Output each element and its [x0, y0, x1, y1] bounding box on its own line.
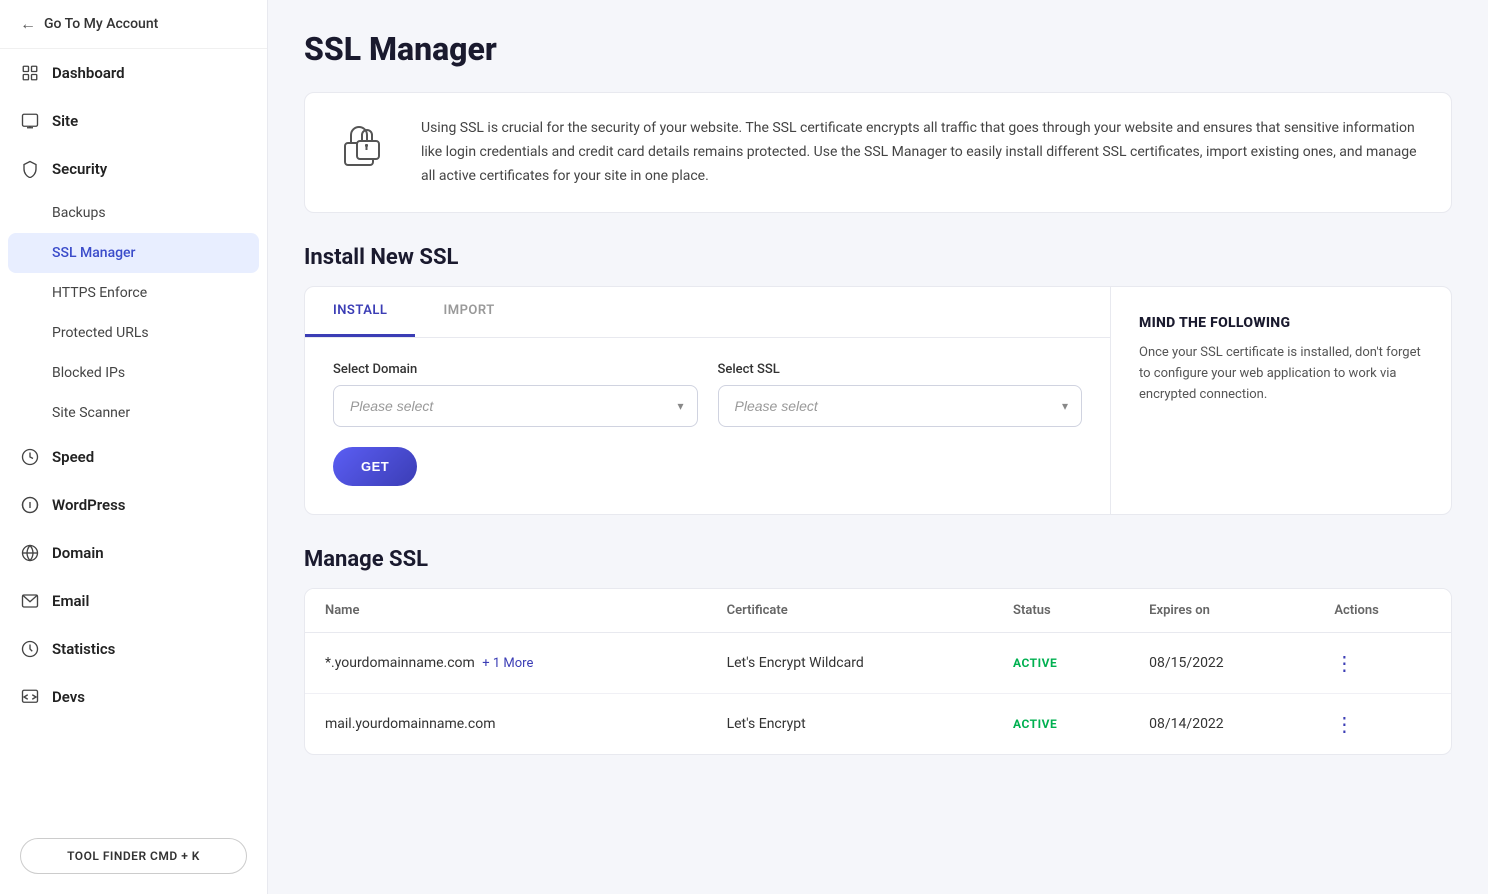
sidebar: ← Go To My Account Dashboard Site Securi… [0, 0, 268, 894]
sidebar-sub-blocked-ips[interactable]: Blocked IPs [0, 353, 267, 393]
sidebar-item-email[interactable]: Email [0, 577, 267, 625]
sidebar-item-statistics[interactable]: Statistics [0, 625, 267, 673]
row1-more-link[interactable]: + 1 More [482, 656, 533, 671]
table-row: mail.yourdomainname.com Let's Encrypt AC… [305, 694, 1451, 755]
sidebar-sub-https-enforce[interactable]: HTTPS Enforce [0, 273, 267, 313]
email-icon [20, 591, 40, 611]
domain-label: Select Domain [333, 362, 698, 377]
sidebar-item-dashboard[interactable]: Dashboard [0, 49, 267, 97]
table-header-row: Name Certificate Status Expires on Actio… [305, 589, 1451, 633]
tool-finder-label: TOOL FINDER CMD + K [67, 849, 200, 863]
row2-expires: 08/14/2022 [1129, 694, 1314, 755]
info-text: Using SSL is crucial for the security of… [421, 117, 1423, 188]
install-tabs: INSTALL IMPORT [305, 287, 1110, 338]
get-button[interactable]: GET [333, 447, 417, 486]
tool-finder-button[interactable]: TOOL FINDER CMD + K [20, 838, 247, 874]
col-name: Name [305, 589, 707, 633]
sidebar-sub-site-scanner[interactable]: Site Scanner [0, 393, 267, 433]
sidebar-item-email-label: Email [52, 592, 89, 610]
mind-text: Once your SSL certificate is installed, … [1139, 343, 1423, 405]
row1-expires: 08/15/2022 [1129, 633, 1314, 694]
statistics-icon [20, 639, 40, 659]
row2-certificate: Let's Encrypt [707, 694, 993, 755]
dashboard-icon [20, 63, 40, 83]
sidebar-item-security-label: Security [52, 160, 107, 178]
sidebar-item-site[interactable]: Site [0, 97, 267, 145]
row2-status-badge: ACTIVE [1013, 717, 1057, 731]
col-certificate: Certificate [707, 589, 993, 633]
speed-icon [20, 447, 40, 467]
manage-section-title: Manage SSL [304, 547, 1452, 572]
sidebar-item-domain[interactable]: Domain [0, 529, 267, 577]
col-actions: Actions [1314, 589, 1451, 633]
wordpress-icon [20, 495, 40, 515]
manage-table: Name Certificate Status Expires on Actio… [305, 589, 1451, 754]
row1-actions-menu[interactable]: ⋮ [1334, 651, 1355, 675]
go-to-account-label: Go To My Account [44, 16, 158, 32]
install-card: INSTALL IMPORT Select Domain Please sele… [304, 286, 1452, 515]
manage-card: Name Certificate Status Expires on Actio… [304, 588, 1452, 755]
sidebar-item-site-label: Site [52, 112, 78, 130]
row2-name: mail.yourdomainname.com [305, 694, 707, 755]
row1-status-badge: ACTIVE [1013, 656, 1057, 670]
sidebar-item-statistics-label: Statistics [52, 640, 115, 658]
sidebar-item-speed-label: Speed [52, 448, 94, 466]
ssl-lock-icon [333, 117, 393, 185]
sidebar-item-devs[interactable]: Devs [0, 673, 267, 721]
back-arrow-icon: ← [20, 14, 36, 34]
row2-actions-menu[interactable]: ⋮ [1334, 712, 1355, 736]
row1-name: *.yourdomainname.com + 1 More [305, 633, 707, 694]
install-form: Select Domain Please select ▾ Select SSL [305, 362, 1110, 486]
install-right-panel: MIND THE FOLLOWING Once your SSL certifi… [1111, 287, 1451, 514]
main-content: SSL Manager Using SSL is crucial for the… [268, 0, 1488, 894]
ssl-label: Select SSL [718, 362, 1083, 377]
row2-actions: ⋮ [1314, 694, 1451, 755]
sidebar-sub-backups[interactable]: Backups [0, 193, 267, 233]
sidebar-item-dashboard-label: Dashboard [52, 64, 125, 82]
sidebar-sub-protected-urls[interactable]: Protected URLs [0, 313, 267, 353]
tab-install[interactable]: INSTALL [305, 287, 415, 337]
sidebar-item-speed[interactable]: Speed [0, 433, 267, 481]
domain-select-wrapper: Please select ▾ [333, 385, 698, 427]
col-status: Status [993, 589, 1129, 633]
devs-icon [20, 687, 40, 707]
row1-actions: ⋮ [1314, 633, 1451, 694]
row1-certificate: Let's Encrypt Wildcard [707, 633, 993, 694]
domain-icon [20, 543, 40, 563]
ssl-form-group: Select SSL Please select ▾ [718, 362, 1083, 427]
sidebar-item-domain-label: Domain [52, 544, 104, 562]
domain-form-group: Select Domain Please select ▾ [333, 362, 698, 427]
sidebar-item-wordpress[interactable]: WordPress [0, 481, 267, 529]
install-left-panel: INSTALL IMPORT Select Domain Please sele… [305, 287, 1111, 514]
sidebar-item-devs-label: Devs [52, 688, 85, 706]
form-row: Select Domain Please select ▾ Select SSL [333, 362, 1082, 427]
tab-import[interactable]: IMPORT [415, 287, 522, 337]
mind-title: MIND THE FOLLOWING [1139, 315, 1423, 331]
row2-status: ACTIVE [993, 694, 1129, 755]
table-row: *.yourdomainname.com + 1 More Let's Encr… [305, 633, 1451, 694]
go-to-account-link[interactable]: ← Go To My Account [0, 0, 267, 49]
page-title: SSL Manager [304, 30, 1452, 68]
sidebar-sub-ssl-manager[interactable]: SSL Manager [8, 233, 259, 273]
sidebar-item-wordpress-label: WordPress [52, 496, 126, 514]
row1-status: ACTIVE [993, 633, 1129, 694]
domain-select[interactable]: Please select [333, 385, 698, 427]
ssl-select-wrapper: Please select ▾ [718, 385, 1083, 427]
sidebar-item-security[interactable]: Security [0, 145, 267, 193]
install-section-title: Install New SSL [304, 245, 1452, 270]
site-icon [20, 111, 40, 131]
info-box: Using SSL is crucial for the security of… [304, 92, 1452, 213]
ssl-select[interactable]: Please select [718, 385, 1083, 427]
col-expires: Expires on [1129, 589, 1314, 633]
security-icon [20, 159, 40, 179]
